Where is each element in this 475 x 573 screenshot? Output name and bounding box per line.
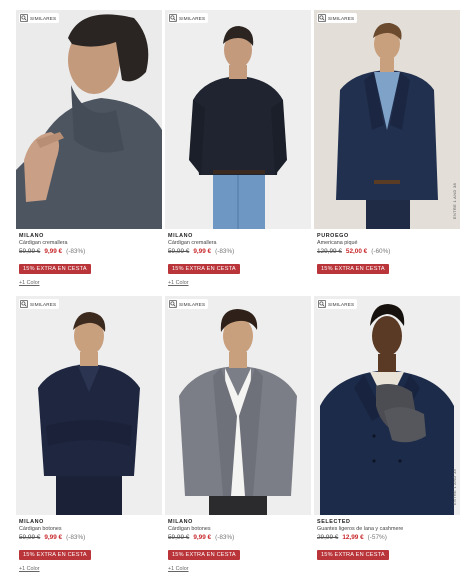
product-photo: [165, 296, 311, 515]
sale-price: 52,00 €: [345, 248, 368, 255]
product-info: MILANO Cárdigan cremallera 59,99 € 9,99 …: [19, 233, 162, 286]
model-size-note: ENTRE 1 AND 38: [452, 469, 457, 505]
product-photo: [165, 10, 311, 229]
more-colors-link[interactable]: +1 Color: [19, 566, 162, 572]
product-brand: MILANO: [19, 233, 44, 239]
original-price: 59,99 €: [168, 534, 190, 541]
similar-products-button[interactable]: SIMILARES: [317, 299, 358, 309]
more-colors-link[interactable]: +1 Color: [19, 280, 162, 286]
product-brand: SELECTED: [317, 519, 351, 525]
product-image[interactable]: SIMILARES ENTRE 1 AND 38: [314, 296, 460, 515]
similar-products-icon: [318, 300, 326, 308]
promo-badge: 15% EXTRA EN CESTA: [168, 264, 240, 274]
promo-badge: 15% EXTRA EN CESTA: [168, 550, 240, 560]
discount-percent: (-83%): [66, 248, 86, 255]
product-info: MILANO Cárdigan cremallera 59,99 € 9,99 …: [168, 233, 311, 286]
product-name[interactable]: Cárdigan cremallera: [19, 240, 162, 248]
similar-products-label: SIMILARES: [179, 15, 206, 21]
similar-products-label: SIMILARES: [30, 301, 57, 307]
product-image[interactable]: SIMILARES: [16, 10, 162, 229]
discount-percent: (-83%): [66, 534, 86, 541]
similar-products-icon: [20, 14, 28, 22]
product-photo: [16, 10, 162, 229]
similar-products-label: SIMILARES: [328, 301, 355, 307]
promo-badge: 15% EXTRA EN CESTA: [19, 264, 91, 274]
product-info: PUROEGO Americana piqué 129,99 € 52,00 €…: [317, 233, 460, 275]
original-price: 59,99 €: [168, 248, 190, 255]
product-name[interactable]: Cárdigan botones: [19, 526, 162, 534]
discount-percent: (-57%): [367, 534, 387, 541]
sale-price: 9,99 €: [44, 248, 63, 255]
product-brand: PUROEGO: [317, 233, 349, 239]
product-info: MILANO Cárdigan botones 59,99 € 9,99 € (…: [19, 519, 162, 572]
price-row: 59,99 € 9,99 € (-83%): [168, 248, 311, 257]
price-row: 59,99 € 9,99 € (-83%): [19, 248, 162, 257]
product-image[interactable]: SIMILARES: [165, 10, 311, 229]
similar-products-icon: [318, 14, 326, 22]
original-price: 129,99 €: [317, 248, 342, 255]
promo-badge: 15% EXTRA EN CESTA: [317, 264, 389, 274]
price-row: 59,99 € 9,99 € (-83%): [19, 534, 162, 543]
similar-products-button[interactable]: SIMILARES: [19, 299, 60, 309]
discount-percent: (-60%): [371, 248, 391, 255]
product-image[interactable]: SIMILARES ENTRE 1 AND 38: [314, 10, 460, 229]
discount-percent: (-83%): [215, 534, 235, 541]
similar-products-button[interactable]: SIMILARES: [168, 299, 209, 309]
product-image[interactable]: SIMILARES: [16, 296, 162, 515]
price-row: 29,99 € 12,99 € (-57%): [317, 534, 460, 543]
product-photo: [314, 296, 460, 515]
product-name[interactable]: Cárdigan botones: [168, 526, 311, 534]
original-price: 59,99 €: [19, 534, 41, 541]
original-price: 59,99 €: [19, 248, 41, 255]
similar-products-button[interactable]: SIMILARES: [168, 13, 209, 23]
similar-products-label: SIMILARES: [30, 15, 57, 21]
product-brand: MILANO: [168, 519, 193, 525]
product-photo: [16, 296, 162, 515]
product-name[interactable]: Guantes ligeros de lana y cashmere: [317, 526, 460, 534]
sale-price: 9,99 €: [193, 248, 212, 255]
sale-price: 9,99 €: [193, 534, 212, 541]
product-name[interactable]: Americana piqué: [317, 240, 460, 248]
product-name[interactable]: Cárdigan cremallera: [168, 240, 311, 248]
sale-price: 12,99 €: [342, 534, 364, 541]
original-price: 29,99 €: [317, 534, 339, 541]
similar-products-label: SIMILARES: [179, 301, 206, 307]
product-brand: MILANO: [19, 519, 44, 525]
similar-products-label: SIMILARES: [328, 15, 355, 21]
product-image[interactable]: SIMILARES: [165, 296, 311, 515]
price-row: 129,99 € 52,00 € (-60%): [317, 248, 460, 257]
more-colors-link[interactable]: +1 Color: [168, 566, 311, 572]
more-colors-link[interactable]: +1 Color: [168, 280, 311, 286]
similar-products-icon: [20, 300, 28, 308]
product-photo: [314, 10, 460, 229]
discount-percent: (-83%): [215, 248, 235, 255]
similar-products-button[interactable]: SIMILARES: [19, 13, 60, 23]
product-info: MILANO Cárdigan botones 59,99 € 9,99 € (…: [168, 519, 311, 572]
promo-badge: 15% EXTRA EN CESTA: [19, 550, 91, 560]
similar-products-icon: [169, 300, 177, 308]
model-size-note: ENTRE 1 AND 38: [452, 183, 457, 219]
product-info: SELECTED Guantes ligeros de lana y cashm…: [317, 519, 460, 561]
sale-price: 9,99 €: [44, 534, 63, 541]
product-brand: MILANO: [168, 233, 193, 239]
price-row: 59,99 € 9,99 € (-83%): [168, 534, 311, 543]
similar-products-button[interactable]: SIMILARES: [317, 13, 358, 23]
similar-products-icon: [169, 14, 177, 22]
promo-badge: 15% EXTRA EN CESTA: [317, 550, 389, 560]
